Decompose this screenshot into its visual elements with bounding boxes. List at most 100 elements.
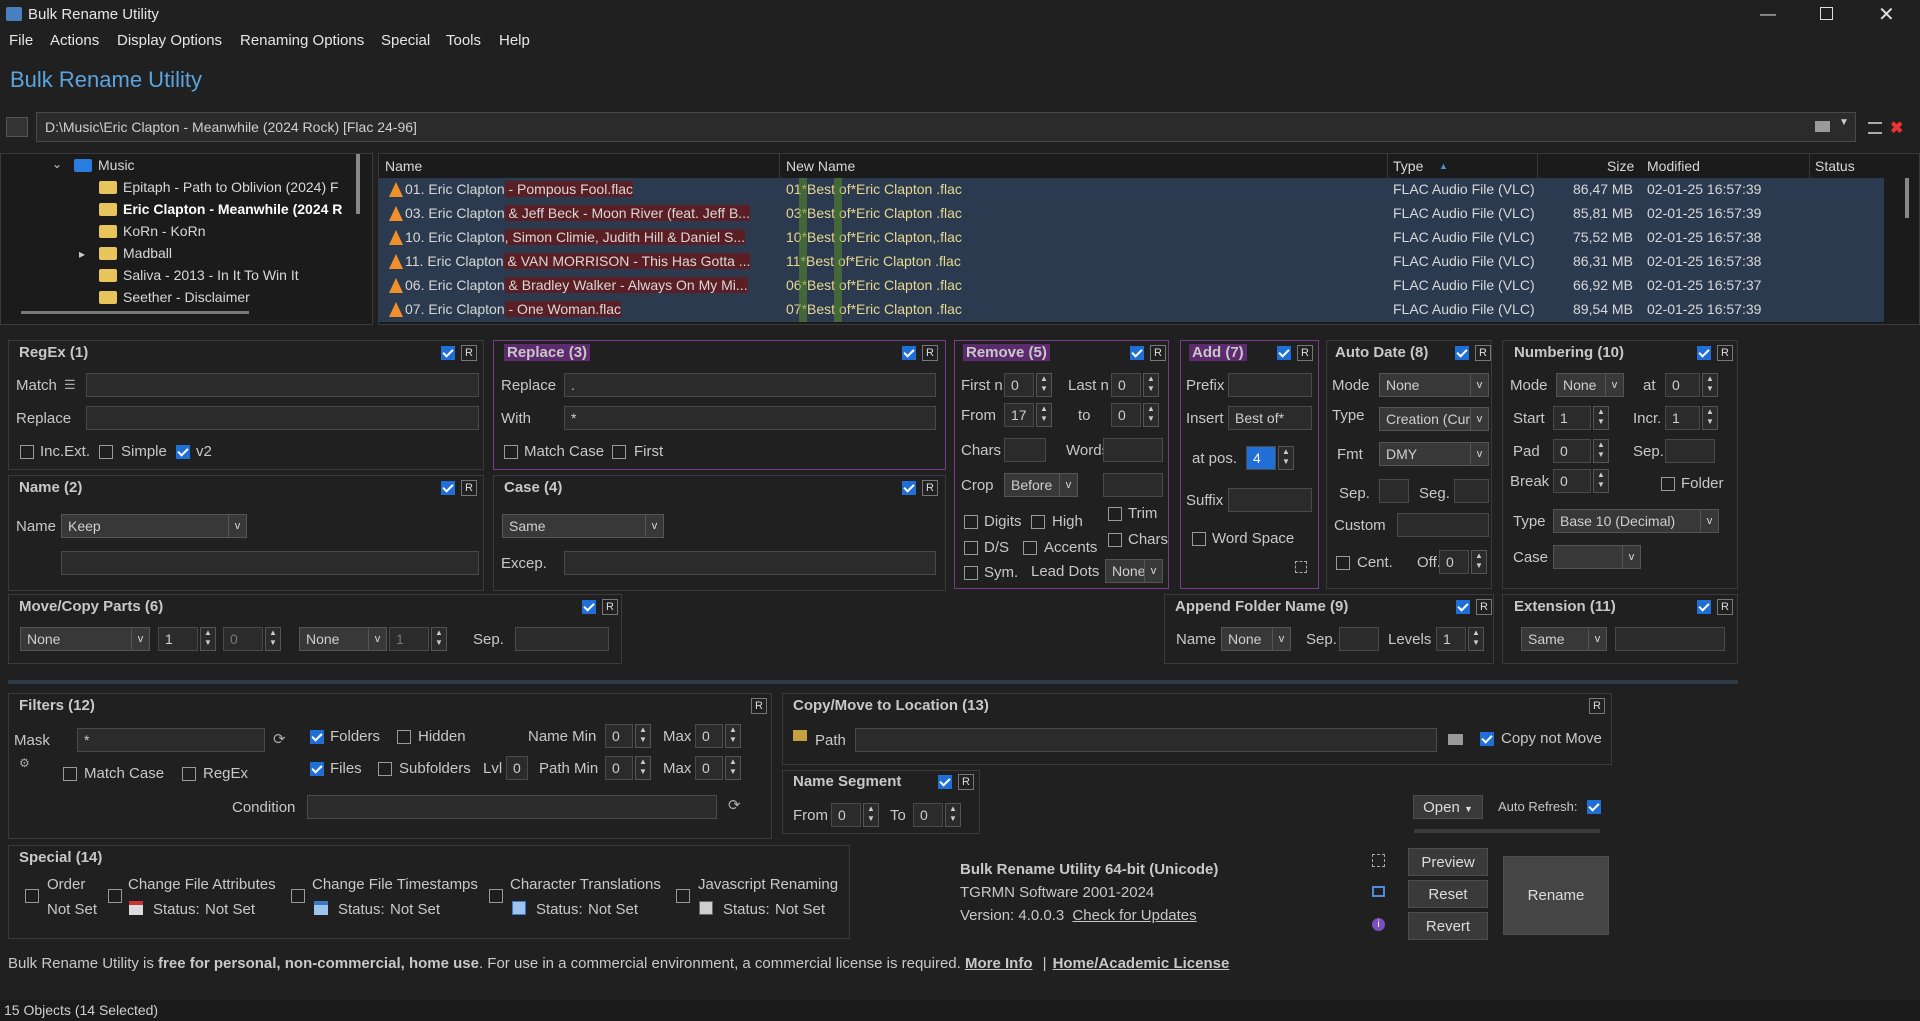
from-input[interactable]: 17 [1004,403,1034,427]
accents-checkbox[interactable] [1023,541,1037,555]
add-reset-button[interactable]: R [1297,345,1313,361]
extension-reset-button[interactable]: R [1717,599,1733,615]
segment-from-spinner[interactable]: ▲ ▼ [863,803,879,827]
v2-checkbox[interactable] [176,445,190,459]
filters-matchcase-checkbox[interactable] [63,767,77,781]
home-license-link[interactable]: Home/Academic License [1053,955,1230,972]
name-enable-checkbox[interactable] [441,481,455,495]
menu-display-options[interactable]: Display Options [117,32,222,49]
lastn-input[interactable]: 0 [1111,373,1141,397]
remove-reset-button[interactable]: R [1150,345,1166,361]
autodate-enable-checkbox[interactable] [1455,346,1469,360]
pathmin-input[interactable]: 0 [605,756,633,780]
cft-checkbox[interactable] [291,889,305,903]
more-info-link[interactable]: More Info [965,955,1033,972]
refresh-icon[interactable]: ⟳ [728,796,741,814]
browse-folder-icon[interactable] [1448,734,1463,745]
case-reset-button[interactable]: R [922,480,938,496]
filters-reset-button[interactable]: R [751,698,767,714]
numbering-mode-select[interactable]: None v [1556,373,1624,397]
crop-select[interactable]: Before v [1004,473,1078,497]
regex-match-input[interactable] [86,373,479,397]
atpos-input[interactable]: 4 [1246,446,1276,470]
excep-input[interactable] [564,551,936,575]
namesegment-reset-button[interactable]: R [958,774,974,790]
extension-input[interactable] [1615,627,1725,651]
col-sep[interactable] [779,154,780,178]
with-input[interactable]: * [564,406,936,430]
clear-path-icon[interactable]: ✖ [1890,118,1903,138]
numbering-sep-input[interactable] [1665,439,1715,463]
rename-button[interactable]: Rename [1503,856,1609,935]
ds-checkbox[interactable] [964,541,978,555]
appendfolder-reset-button[interactable]: R [1476,599,1492,615]
movecopy-sep-input[interactable] [515,627,609,651]
start-input[interactable]: 1 [1553,406,1591,430]
chevron-down-icon[interactable]: ▼ [1839,117,1849,128]
expand-icon[interactable] [1372,854,1385,867]
filters-regex-checkbox[interactable] [182,767,196,781]
case-enable-checkbox[interactable] [902,481,916,495]
lastn-spinner[interactable]: ▲ ▼ [1143,373,1159,397]
expand-icon[interactable] [1295,561,1307,573]
movecopy-reset-button[interactable]: R [602,599,618,615]
pathmin-spinner[interactable]: ▲ ▼ [635,756,651,780]
menu-renaming-options[interactable]: Renaming Options [240,32,364,49]
movecopy-count-3[interactable]: 1 [389,627,429,651]
movecopy-count-1[interactable]: 1 [158,627,198,651]
col-modified[interactable]: Modified [1647,158,1700,174]
max2-input[interactable]: 0 [695,756,723,780]
name-input[interactable] [61,551,479,575]
levels-input[interactable]: 1 [1436,627,1466,651]
order-checkbox[interactable] [25,889,39,903]
list-icon[interactable]: ☰ [64,377,76,393]
name-reset-button[interactable]: R [461,480,477,496]
sym-checkbox[interactable] [964,566,978,580]
remove-enable-checkbox[interactable] [1130,346,1144,360]
close-icon[interactable]: ✕ [1878,2,1895,27]
reset-button[interactable]: Reset [1408,880,1488,908]
folder-checkbox[interactable] [1661,477,1675,491]
table-row[interactable]: 10. Eric Clapton, Simon Climie, Judith H… [379,226,1884,250]
namesegment-enable-checkbox[interactable] [938,775,952,789]
condition-input[interactable] [307,795,717,819]
info-icon[interactable]: i [1372,918,1385,931]
namemin-input[interactable]: 0 [605,724,633,748]
autodate-reset-button[interactable]: R [1475,345,1491,361]
suffix-input[interactable] [1228,488,1312,512]
from-spinner[interactable]: ▲ ▼ [1036,403,1052,427]
replace-first-checkbox[interactable] [612,445,626,459]
digits-checkbox[interactable] [964,515,978,529]
expand-icon[interactable]: ▸ [79,247,99,261]
col-new-name[interactable]: New Name [786,158,855,174]
appendfolder-sep-input[interactable] [1339,627,1379,651]
window-icon[interactable] [1372,886,1385,897]
fmt-select[interactable]: DMY v [1379,442,1489,466]
lvl-input[interactable]: 0 [506,756,528,780]
regex-reset-button[interactable]: R [461,345,477,361]
tree-item-selected[interactable]: Eric Clapton - Meanwhile (2024 R [99,201,342,217]
filter-icon[interactable]: ⚙ [19,756,30,770]
at-spinner[interactable]: ▲ ▼ [1702,373,1718,397]
copymove-reset-button[interactable]: R [1589,698,1605,714]
check-updates-link[interactable]: Check for Updates [1072,907,1196,924]
appendfolder-enable-checkbox[interactable] [1456,600,1470,614]
cent-checkbox[interactable] [1336,556,1350,570]
movecopy-enable-checkbox[interactable] [582,600,596,614]
regex-enable-checkbox[interactable] [441,346,455,360]
autodate-type-select[interactable]: Creation (Cur v [1379,407,1489,431]
numbering-type-select[interactable]: Base 10 (Decimal) v [1553,509,1719,533]
off-input[interactable]: 0 [1439,550,1469,574]
revert-button[interactable]: Revert [1408,912,1488,940]
appendfolder-name-select[interactable]: None v [1221,627,1291,651]
max2-spinner[interactable]: ▲ ▼ [725,756,741,780]
incext-checkbox[interactable] [20,445,34,459]
table-row[interactable]: 06. Eric Clapton & Bradley Walker - Alwa… [379,274,1884,298]
numbering-case-select[interactable]: v [1553,545,1641,569]
incr-input[interactable]: 1 [1665,406,1700,430]
firstn-input[interactable]: 0 [1004,373,1034,397]
menu-help[interactable]: Help [499,32,530,49]
pad-spinner[interactable]: ▲ ▼ [1593,439,1609,463]
movecopy-spinner-2[interactable]: ▲ ▼ [265,627,281,651]
break-spinner[interactable]: ▲ ▼ [1593,469,1609,493]
